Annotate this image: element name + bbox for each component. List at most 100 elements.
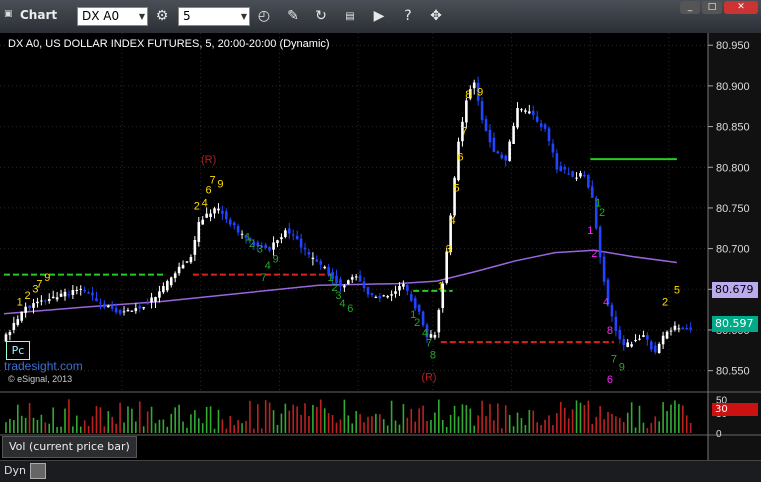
candle-body <box>150 297 153 303</box>
candle-body <box>106 305 110 308</box>
volume-bar <box>563 407 566 433</box>
chevron-down-icon[interactable]: ▼ <box>139 8 145 25</box>
volume-bar <box>646 428 649 433</box>
candle-body <box>189 256 193 263</box>
clock-icon[interactable]: ◴ <box>253 6 275 27</box>
help-icon[interactable]: ? <box>397 6 419 27</box>
volume-bar <box>154 423 157 433</box>
volume-tab[interactable]: Vol (current price bar) <box>2 436 137 458</box>
volume-bar <box>528 410 531 433</box>
candle-body <box>32 303 35 308</box>
candle-body <box>567 173 570 175</box>
count-label: 9 <box>217 179 223 191</box>
candle-body <box>528 111 531 114</box>
volume-bar <box>138 401 141 433</box>
volume-bar <box>500 428 503 433</box>
play-icon[interactable]: ▶ <box>368 6 390 27</box>
volume-bar <box>430 420 432 433</box>
volume-bar <box>638 405 641 433</box>
candle-body <box>610 304 614 317</box>
candle-body <box>472 82 476 89</box>
y-tick-label: 80.900 <box>716 81 750 93</box>
candle-body <box>496 151 500 154</box>
volume-bar <box>626 412 629 433</box>
candle-body <box>508 141 511 162</box>
count-label: 9 <box>477 87 483 99</box>
symbol-input[interactable]: DX A0 ▼ <box>77 7 148 26</box>
minimize-button[interactable]: _ <box>680 1 700 14</box>
volume-bar <box>5 422 7 433</box>
candle-body <box>16 319 20 325</box>
y-tick-label: 80.550 <box>716 366 750 378</box>
count-label: 8 <box>430 349 436 361</box>
count-label: 1 <box>587 225 593 237</box>
candle-body <box>201 219 205 225</box>
volume-bar <box>595 416 598 433</box>
gear-icon[interactable]: ⚙ <box>151 6 173 27</box>
pin-icon[interactable]: ✥ <box>425 6 447 27</box>
candle-body <box>122 311 126 313</box>
refresh-icon[interactable]: ↻ <box>310 6 332 27</box>
volume-bar <box>327 413 330 433</box>
volume-bar <box>422 405 424 433</box>
volume-bar <box>190 414 192 433</box>
candle-body <box>673 325 677 330</box>
candle-body <box>661 335 665 345</box>
candle-body <box>110 306 114 309</box>
volume-bar <box>457 416 460 433</box>
count-label: 8 <box>465 89 471 101</box>
count-label: 7 <box>261 272 267 284</box>
candle-body <box>142 307 145 309</box>
count-label: 2 <box>414 317 420 329</box>
volume-bar <box>473 425 476 433</box>
count-label: 5 <box>453 183 459 195</box>
volume-bar <box>681 405 684 433</box>
candle-body <box>689 327 692 330</box>
count-label: 9 <box>619 362 625 374</box>
candle-body <box>323 266 327 269</box>
volume-bar <box>272 410 275 433</box>
volume-bar <box>249 400 251 433</box>
maximize-button[interactable]: □ <box>702 1 722 14</box>
data-window-icon[interactable]: ▤ <box>339 6 361 27</box>
volume-bar <box>516 412 519 433</box>
candle-body <box>406 284 409 291</box>
dyn-label[interactable]: Dyn <box>4 464 26 477</box>
candle-body <box>213 208 216 214</box>
volume-bar <box>233 425 235 433</box>
price-chart[interactable]: 123792 467 91345678 9124862512 3497 1234 6 1247… <box>0 33 761 460</box>
candle-body <box>287 228 291 234</box>
volume-bar <box>9 418 11 433</box>
candle-body <box>638 338 641 340</box>
candle-body <box>622 339 626 346</box>
volume-bar <box>237 420 239 433</box>
volume-bar <box>674 400 676 433</box>
candle-body <box>480 101 484 121</box>
candle-body <box>28 305 31 309</box>
volume-bar <box>512 426 515 433</box>
candle-body <box>602 256 606 282</box>
volume-bar <box>426 421 428 433</box>
pencil-icon[interactable]: ✎ <box>282 6 304 27</box>
volume-bar <box>245 420 247 433</box>
volume-bar <box>571 409 574 433</box>
interval-select[interactable]: 5 ▼ <box>178 7 250 26</box>
reversal-marker: (R) <box>421 371 436 383</box>
volume-bar <box>280 413 283 433</box>
volume-bar <box>312 404 314 433</box>
volume-bar <box>445 426 448 433</box>
volume-bar <box>319 399 322 433</box>
y-tick-label: 80.950 <box>716 40 750 52</box>
close-button[interactable]: ✕ <box>724 1 758 14</box>
pc-button[interactable]: Pc <box>6 341 30 360</box>
count-label: 9 <box>44 272 50 284</box>
candle-body <box>44 300 47 302</box>
candle-body <box>437 309 441 333</box>
volume-bar <box>162 419 165 433</box>
chevron-down-icon[interactable]: ▼ <box>241 8 247 25</box>
volume-bar <box>579 402 582 433</box>
volume-bar <box>296 406 298 433</box>
lock-icon[interactable] <box>30 463 46 479</box>
candle-body <box>221 210 224 214</box>
watermark-copyright: © eSignal, 2013 <box>8 374 72 384</box>
